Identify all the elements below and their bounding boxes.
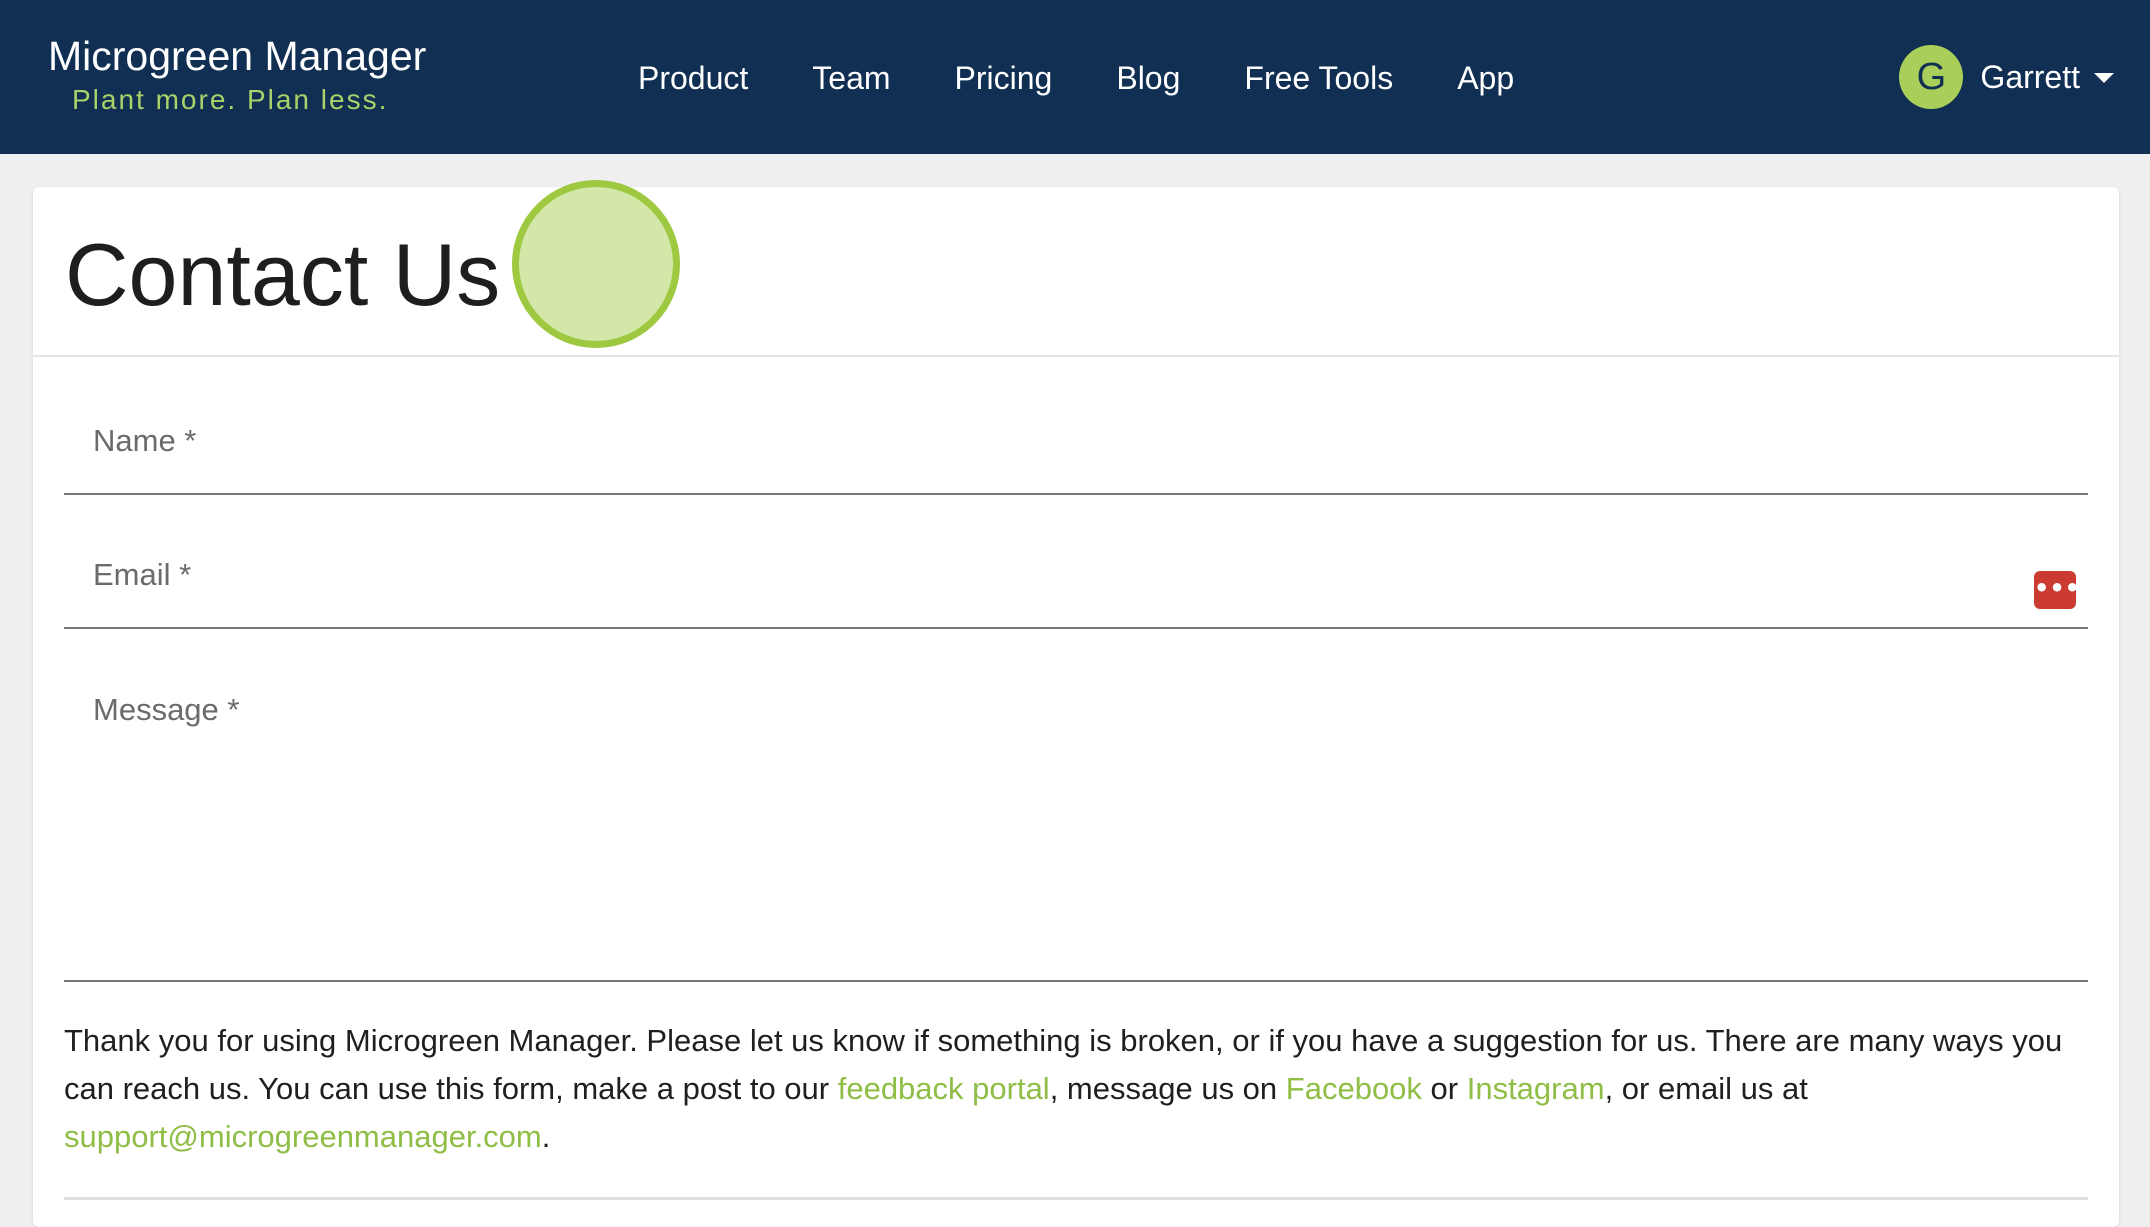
password-manager-icon[interactable]: •••| xyxy=(2034,571,2089,609)
feedback-portal-link[interactable]: feedback portal xyxy=(838,1071,1050,1106)
nav-link-free-tools[interactable]: Free Tools xyxy=(1212,60,1425,97)
click-indicator xyxy=(512,180,680,348)
email-field[interactable]: Email * •••| xyxy=(64,557,2089,629)
nav-link-blog[interactable]: Blog xyxy=(1084,60,1212,97)
facebook-link[interactable]: Facebook xyxy=(1286,1071,1422,1106)
brand-title[interactable]: Microgreen Manager xyxy=(48,30,426,82)
nav-link-pricing[interactable]: Pricing xyxy=(923,60,1085,97)
info-text-part2: , message us on xyxy=(1049,1071,1286,1106)
name-input[interactable] xyxy=(64,423,2088,493)
page-title: Contact Us xyxy=(65,225,501,324)
contact-card: Contact Us Name * Email * •••| Message *… xyxy=(33,180,2119,1227)
info-text-part4: , or email us at xyxy=(1604,1071,1808,1106)
caret-down-icon[interactable] xyxy=(2094,73,2114,83)
nav-link-team[interactable]: Team xyxy=(780,60,922,97)
name-field[interactable]: Name * xyxy=(64,423,2088,495)
top-navbar: Microgreen Manager Plant more. Plan less… xyxy=(0,0,2150,154)
avatar[interactable]: G xyxy=(1899,45,1964,109)
info-text: Thank you for using Microgreen Manager. … xyxy=(64,1017,2084,1161)
nav-link-product[interactable]: Product xyxy=(606,60,780,97)
message-textarea[interactable] xyxy=(64,692,2088,980)
nav-link-app[interactable]: App xyxy=(1425,60,1546,97)
card-header: Contact Us xyxy=(33,180,2119,357)
brand-tagline: Plant more. Plan less. xyxy=(72,84,389,115)
support-email-link[interactable]: support@microgreenmanager.com xyxy=(64,1119,542,1154)
user-menu[interactable]: G Garrett xyxy=(1899,45,2114,109)
info-text-part5: . xyxy=(541,1119,551,1154)
instagram-link[interactable]: Instagram xyxy=(1467,1071,1605,1106)
info-text-part3: or xyxy=(1421,1071,1467,1106)
message-field[interactable]: Message * xyxy=(64,692,2088,982)
email-input[interactable] xyxy=(64,557,2088,627)
brand[interactable]: Microgreen Manager Plant more. Plan less… xyxy=(48,30,426,116)
nav-links: Product Team Pricing Blog Free Tools App xyxy=(606,60,1546,97)
user-name[interactable]: Garrett xyxy=(1980,59,2080,96)
bottom-divider xyxy=(64,1197,2088,1200)
